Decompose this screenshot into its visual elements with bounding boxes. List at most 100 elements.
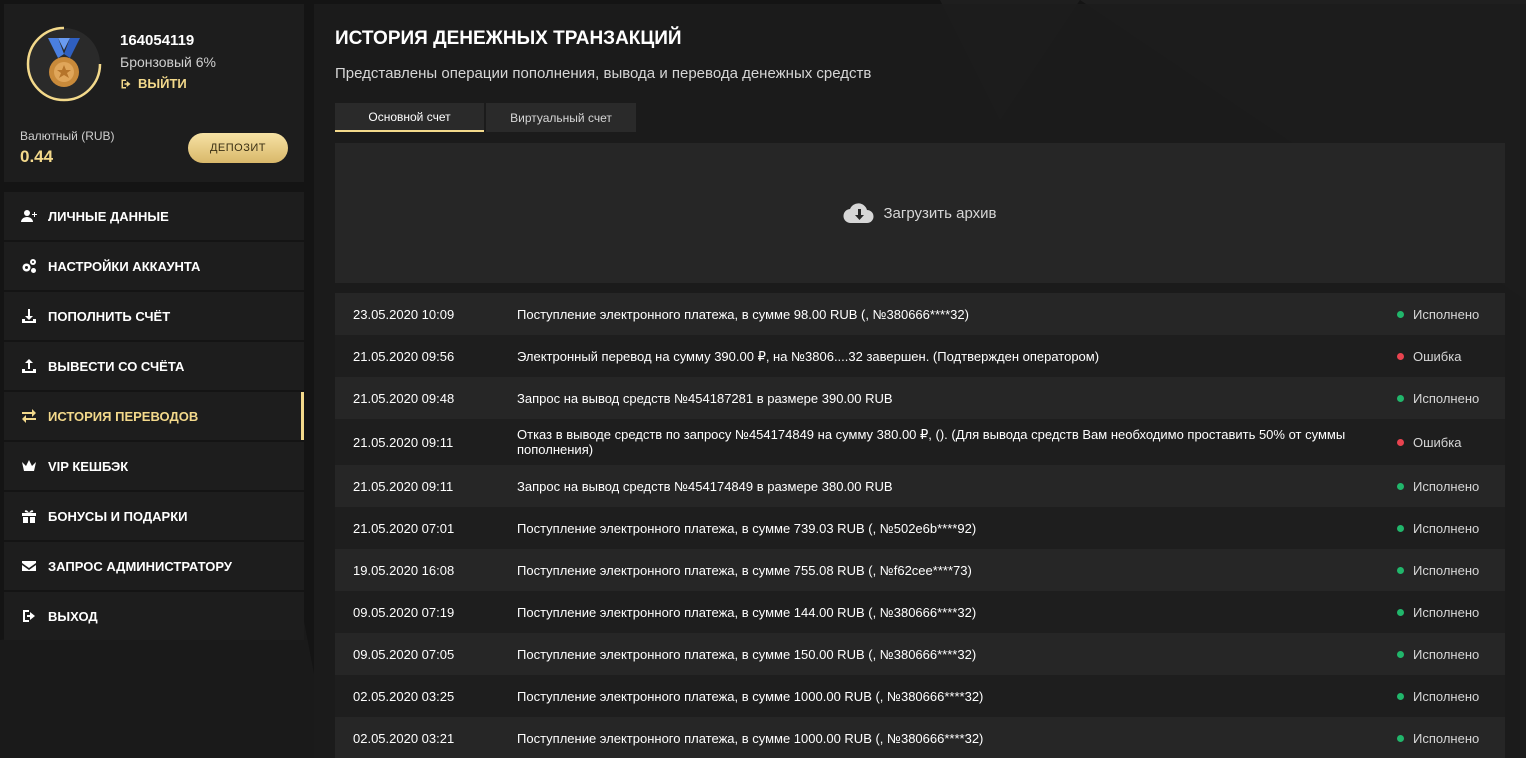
tx-description: Поступление электронного платежа, в сумм… [517, 604, 977, 620]
status-dot-icon [1397, 650, 1404, 658]
download-icon [20, 307, 38, 325]
table-row: 23.05.2020 10:09 Поступление электронного… [335, 293, 1505, 335]
status-label: Ошибка [1413, 434, 1462, 450]
logout-label: ВЫЙТИ [138, 76, 187, 91]
status-label: Исполнено [1413, 688, 1480, 704]
status-badge: Исполнено [1397, 391, 1479, 406]
status-badge: Исполнено [1397, 731, 1479, 746]
tx-description: Отказ в выводе средств по запросу №45417… [517, 427, 1346, 457]
cloud-download-icon [843, 203, 874, 224]
status-dot-icon [1397, 524, 1404, 532]
download-archive-button[interactable]: Загрузить архив [335, 143, 1505, 283]
status-dot-icon [1397, 310, 1404, 318]
table-row: 09.05.2020 07:05 Поступление электронного… [335, 633, 1505, 675]
sidebar-item-bonuses[interactable]: БОНУСЫ И ПОДАРКИ [4, 492, 304, 540]
tx-description: Электронный перевод на сумму 390.00 ₽, н… [517, 348, 1100, 364]
sidebar: 164054119 Бронзовый 6% ВЫЙТИ Валютный (R… [4, 4, 304, 642]
sidebar-item-account-settings[interactable]: НАСТРОЙКИ АККАУНТА [4, 242, 304, 290]
deposit-button[interactable]: ДЕПОЗИТ [188, 133, 288, 163]
page-title: ИСТОРИЯ ДЕНЕЖНЫХ ТРАНЗАКЦИЙ [335, 28, 682, 49]
status-badge: Ошибка [1397, 435, 1461, 450]
table-row: 19.05.2020 16:08 Поступление электронного… [335, 549, 1505, 591]
user-level: Бронзовый 6% [120, 54, 216, 70]
status-label: Исполнено [1413, 390, 1480, 406]
status-dot-icon [1397, 692, 1404, 700]
gears-icon [20, 257, 38, 275]
tx-date: 21.05.2020 07:01 [353, 520, 455, 536]
tab-virtual-account[interactable]: Виртуальный счет [486, 103, 636, 132]
status-label: Исполнено [1413, 306, 1480, 322]
status-badge: Исполнено [1397, 689, 1479, 704]
status-badge: Исполнено [1397, 521, 1479, 536]
status-dot-icon [1397, 394, 1404, 402]
tx-description: Поступление электронного платежа, в сумм… [517, 562, 972, 578]
sidebar-item-transfer-history[interactable]: ИСТОРИЯ ПЕРЕВОДОВ [4, 392, 304, 440]
sign-out-icon [121, 79, 131, 88]
status-label: Исполнено [1413, 562, 1480, 578]
tx-description: Поступление электронного платежа, в сумм… [517, 688, 984, 704]
tx-date: 09.05.2020 07:05 [353, 646, 455, 662]
status-dot-icon [1397, 734, 1404, 742]
status-label: Исполнено [1413, 730, 1480, 746]
tx-description: Запрос на вывод средств №454187281 в раз… [517, 390, 893, 406]
status-dot-icon [1397, 438, 1404, 446]
main-content: ИСТОРИЯ ДЕНЕЖНЫХ ТРАНЗАКЦИЙ Представлены… [314, 4, 1526, 758]
table-row: 02.05.2020 03:25 Поступление электронного… [335, 675, 1505, 717]
status-label: Исполнено [1413, 478, 1480, 494]
profile-card: 164054119 Бронзовый 6% ВЫЙТИ Валютный (R… [4, 4, 304, 182]
exchange-icon [20, 407, 38, 425]
status-badge: Ошибка [1397, 349, 1461, 364]
status-badge: Исполнено [1397, 307, 1479, 322]
status-dot-icon [1397, 352, 1404, 360]
status-dot-icon [1397, 482, 1404, 490]
tx-date: 02.05.2020 03:21 [353, 730, 455, 746]
user-id: 164054119 [120, 32, 195, 49]
tx-date: 19.05.2020 16:08 [353, 562, 455, 578]
sign-out-icon [20, 607, 38, 625]
user-plus-icon [20, 207, 38, 225]
table-row: 21.05.2020 09:56 Электронный перевод на с… [335, 335, 1505, 377]
table-row: 09.05.2020 07:19 Поступление электронного… [335, 591, 1505, 633]
envelope-icon [20, 557, 38, 575]
status-dot-icon [1397, 608, 1404, 616]
tx-date: 21.05.2020 09:11 [353, 434, 454, 450]
sidebar-menu: ЛИЧНЫЕ ДАННЫЕ НАСТРОЙКИ АККАУНТА ПОПОЛНИ… [4, 192, 304, 640]
sidebar-item-personal-data[interactable]: ЛИЧНЫЕ ДАННЫЕ [4, 192, 304, 240]
tx-description: Поступление электронного платежа, в сумм… [517, 520, 977, 536]
sidebar-item-withdraw[interactable]: ВЫВЕСТИ СО СЧЁТА [4, 342, 304, 390]
status-label: Исполнено [1413, 520, 1480, 536]
status-badge: Исполнено [1397, 479, 1479, 494]
balance-value: 0.44 [20, 147, 54, 166]
tx-date: 23.05.2020 10:09 [353, 306, 455, 322]
status-badge: Исполнено [1397, 605, 1479, 620]
sidebar-item-deposit[interactable]: ПОПОЛНИТЬ СЧЁТ [4, 292, 304, 340]
table-row: 21.05.2020 07:01 Поступление электронного… [335, 507, 1505, 549]
status-label: Исполнено [1413, 646, 1480, 662]
tx-date: 02.05.2020 03:25 [353, 688, 455, 704]
tx-description: Поступление электронного платежа, в сумм… [517, 306, 969, 322]
table-row: 21.05.2020 09:48 Запрос на вывод средств … [335, 377, 1505, 419]
sidebar-item-vip-cashback[interactable]: VIP КЕШБЭК [4, 442, 304, 490]
status-dot-icon [1397, 566, 1404, 574]
table-row: 02.05.2020 03:21 Поступление электронного… [335, 717, 1505, 758]
gift-icon [20, 507, 38, 525]
sidebar-item-exit[interactable]: ВЫХОД [4, 592, 304, 640]
status-badge: Исполнено [1397, 563, 1479, 578]
status-label: Исполнено [1413, 604, 1480, 620]
account-tabs: Основной счет Виртуальный счет [335, 103, 636, 132]
tx-date: 21.05.2020 09:48 [353, 390, 455, 406]
status-badge: Исполнено [1397, 647, 1479, 662]
logout-link[interactable]: ВЫЙТИ [120, 76, 187, 91]
tx-description: Поступление электронного платежа, в сумм… [517, 646, 977, 662]
tx-date: 21.05.2020 09:56 [353, 348, 455, 364]
tab-main-account[interactable]: Основной счет [335, 103, 484, 132]
download-archive-label: Загрузить архив [883, 204, 997, 222]
tx-date: 09.05.2020 07:19 [353, 604, 455, 620]
status-label: Ошибка [1413, 348, 1462, 364]
bronze-medal-icon [26, 26, 102, 102]
table-row: 21.05.2020 09:11 Отказ в выводе средств п… [335, 419, 1505, 465]
table-row: 21.05.2020 09:11 Запрос на вывод средств … [335, 465, 1505, 507]
crown-icon [20, 457, 38, 475]
upload-icon [20, 357, 38, 375]
sidebar-item-admin-request[interactable]: ЗАПРОС АДМИНИСТРАТОРУ [4, 542, 304, 590]
